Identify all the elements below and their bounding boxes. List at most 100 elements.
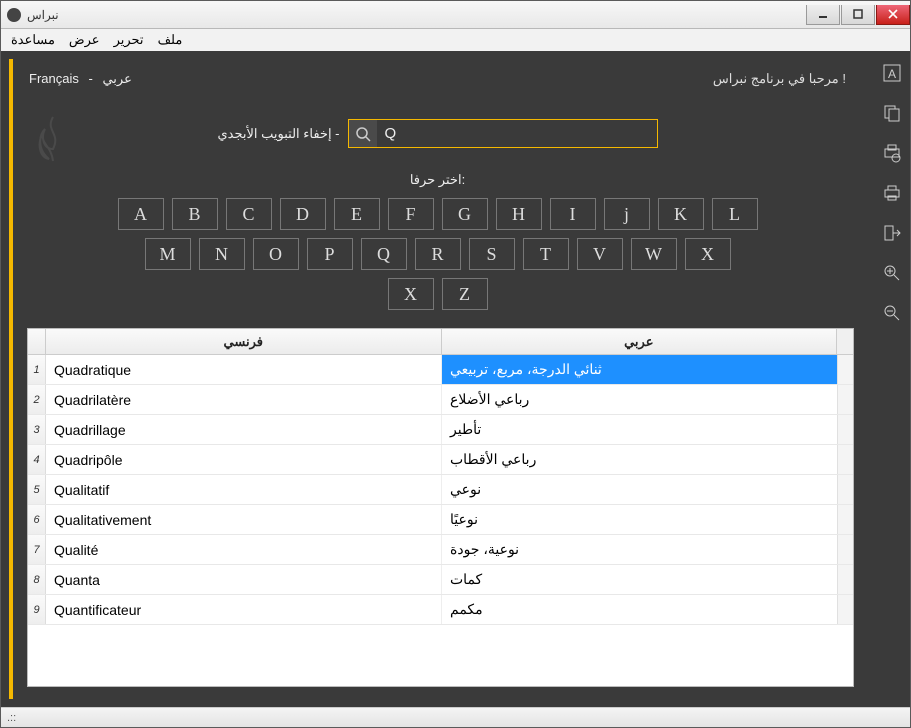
cell-ar[interactable]: نوعي <box>442 475 837 504</box>
cell-ar[interactable]: كمات <box>442 565 837 594</box>
letter-f[interactable]: F <box>388 198 434 230</box>
language-switch[interactable]: Français - عربي <box>29 71 132 87</box>
letter-z[interactable]: Z <box>442 278 488 310</box>
lang-fr[interactable]: Français <box>29 71 79 86</box>
print-button[interactable] <box>880 181 904 205</box>
status-text: .:: <box>7 712 16 724</box>
scrollbar-track[interactable] <box>837 535 853 564</box>
letter-h[interactable]: H <box>496 198 542 230</box>
table-row[interactable]: 2Quadrilatèreرباعي الأضلاع <box>28 385 853 415</box>
table-row[interactable]: 6Qualitativementنوعيًا <box>28 505 853 535</box>
scrollbar-track[interactable] <box>837 595 853 624</box>
row-index: 2 <box>28 385 46 414</box>
minimize-button[interactable] <box>806 5 840 25</box>
letter-o[interactable]: O <box>253 238 299 270</box>
lang-sep: - <box>88 71 92 86</box>
table-row[interactable]: 8Quantaكمات <box>28 565 853 595</box>
letter-p[interactable]: P <box>307 238 353 270</box>
letter-g[interactable]: G <box>442 198 488 230</box>
row-index: 4 <box>28 445 46 474</box>
cell-fr[interactable]: Quanta <box>46 565 442 594</box>
letter-x[interactable]: X <box>685 238 731 270</box>
letter-l[interactable]: L <box>712 198 758 230</box>
exit-icon <box>882 223 902 243</box>
cell-ar[interactable]: ثنائي الدرجة، مربع، تربيعي <box>442 355 837 384</box>
menu-help[interactable]: مساعدة <box>11 32 55 48</box>
menu-edit[interactable]: تحرير <box>114 32 144 48</box>
col-header-fr[interactable]: فرنسي <box>46 329 442 354</box>
print-preview-button[interactable] <box>880 141 904 165</box>
table-row[interactable]: 7Qualitéنوعية، جودة <box>28 535 853 565</box>
scrollbar-track[interactable] <box>837 475 853 504</box>
letter-r[interactable]: R <box>415 238 461 270</box>
font-button[interactable]: A <box>880 61 904 85</box>
scrollbar-track[interactable] <box>837 565 853 594</box>
table-row[interactable]: 4Quadripôleرباعي الأقطاب <box>28 445 853 475</box>
cell-fr[interactable]: Quantificateur <box>46 595 442 624</box>
search-input[interactable] <box>377 120 657 147</box>
print-icon <box>882 183 902 203</box>
app-icon <box>7 8 21 22</box>
scrollbar-track[interactable] <box>837 415 853 444</box>
cell-ar[interactable]: نوعيًا <box>442 505 837 534</box>
letter-i[interactable]: I <box>550 198 596 230</box>
row-index: 9 <box>28 595 46 624</box>
cell-fr[interactable]: Qualitativement <box>46 505 442 534</box>
copy-icon <box>882 103 902 123</box>
letter-c[interactable]: C <box>226 198 272 230</box>
scrollbar-track[interactable] <box>837 355 853 384</box>
side-toolbar: A <box>874 51 910 707</box>
scrollbar-track[interactable] <box>837 445 853 474</box>
close-button[interactable] <box>876 5 910 25</box>
letter-a[interactable]: A <box>118 198 164 230</box>
scrollbar-track[interactable] <box>837 505 853 534</box>
letter-b[interactable]: B <box>172 198 218 230</box>
letter-q[interactable]: Q <box>361 238 407 270</box>
letter-k[interactable]: K <box>658 198 704 230</box>
exit-button[interactable] <box>880 221 904 245</box>
letter-x[interactable]: X <box>388 278 434 310</box>
letter-w[interactable]: W <box>631 238 677 270</box>
menu-view[interactable]: عرض <box>69 32 100 48</box>
table-row[interactable]: 5Qualitatifنوعي <box>28 475 853 505</box>
letter-d[interactable]: D <box>280 198 326 230</box>
table-row[interactable]: 1Quadratiqueثنائي الدرجة، مربع، تربيعي <box>28 355 853 385</box>
row-index: 5 <box>28 475 46 504</box>
letter-n[interactable]: N <box>199 238 245 270</box>
cell-ar[interactable]: تأطير <box>442 415 837 444</box>
table-row[interactable]: 3Quadrillageتأطير <box>28 415 853 445</box>
cell-fr[interactable]: Qualité <box>46 535 442 564</box>
scrollbar-track[interactable] <box>837 329 853 354</box>
search-button[interactable] <box>349 120 377 147</box>
menubar: ملف تحرير عرض مساعدة <box>1 29 910 51</box>
letter-t[interactable]: T <box>523 238 569 270</box>
cell-ar[interactable]: رباعي الأقطاب <box>442 445 837 474</box>
letter-s[interactable]: S <box>469 238 515 270</box>
row-index: 3 <box>28 415 46 444</box>
font-icon: A <box>882 63 902 83</box>
cell-ar[interactable]: مكمم <box>442 595 837 624</box>
lang-ar[interactable]: عربي <box>102 71 131 86</box>
menu-file[interactable]: ملف <box>158 32 183 48</box>
scrollbar-track[interactable] <box>837 385 853 414</box>
cell-fr[interactable]: Quadrilatère <box>46 385 442 414</box>
cell-fr[interactable]: Quadrillage <box>46 415 442 444</box>
letter-j[interactable]: j <box>604 198 650 230</box>
col-header-ar[interactable]: عربي <box>442 329 838 354</box>
letter-m[interactable]: M <box>145 238 191 270</box>
letter-v[interactable]: V <box>577 238 623 270</box>
zoom-out-button[interactable] <box>880 301 904 325</box>
cell-fr[interactable]: Qualitatif <box>46 475 442 504</box>
row-index: 7 <box>28 535 46 564</box>
maximize-button[interactable] <box>841 5 875 25</box>
hide-alpha-toggle[interactable]: إخفاء التبويب الأبجدي - <box>217 126 339 142</box>
cell-ar[interactable]: رباعي الأضلاع <box>442 385 837 414</box>
table-row[interactable]: 9Quantificateurمكمم <box>28 595 853 625</box>
letter-e[interactable]: E <box>334 198 380 230</box>
zoom-in-button[interactable] <box>880 261 904 285</box>
cell-fr[interactable]: Quadratique <box>46 355 442 384</box>
results-table: فرنسي عربي 1Quadratiqueثنائي الدرجة، مرب… <box>27 328 854 687</box>
cell-fr[interactable]: Quadripôle <box>46 445 442 474</box>
cell-ar[interactable]: نوعية، جودة <box>442 535 837 564</box>
copy-button[interactable] <box>880 101 904 125</box>
